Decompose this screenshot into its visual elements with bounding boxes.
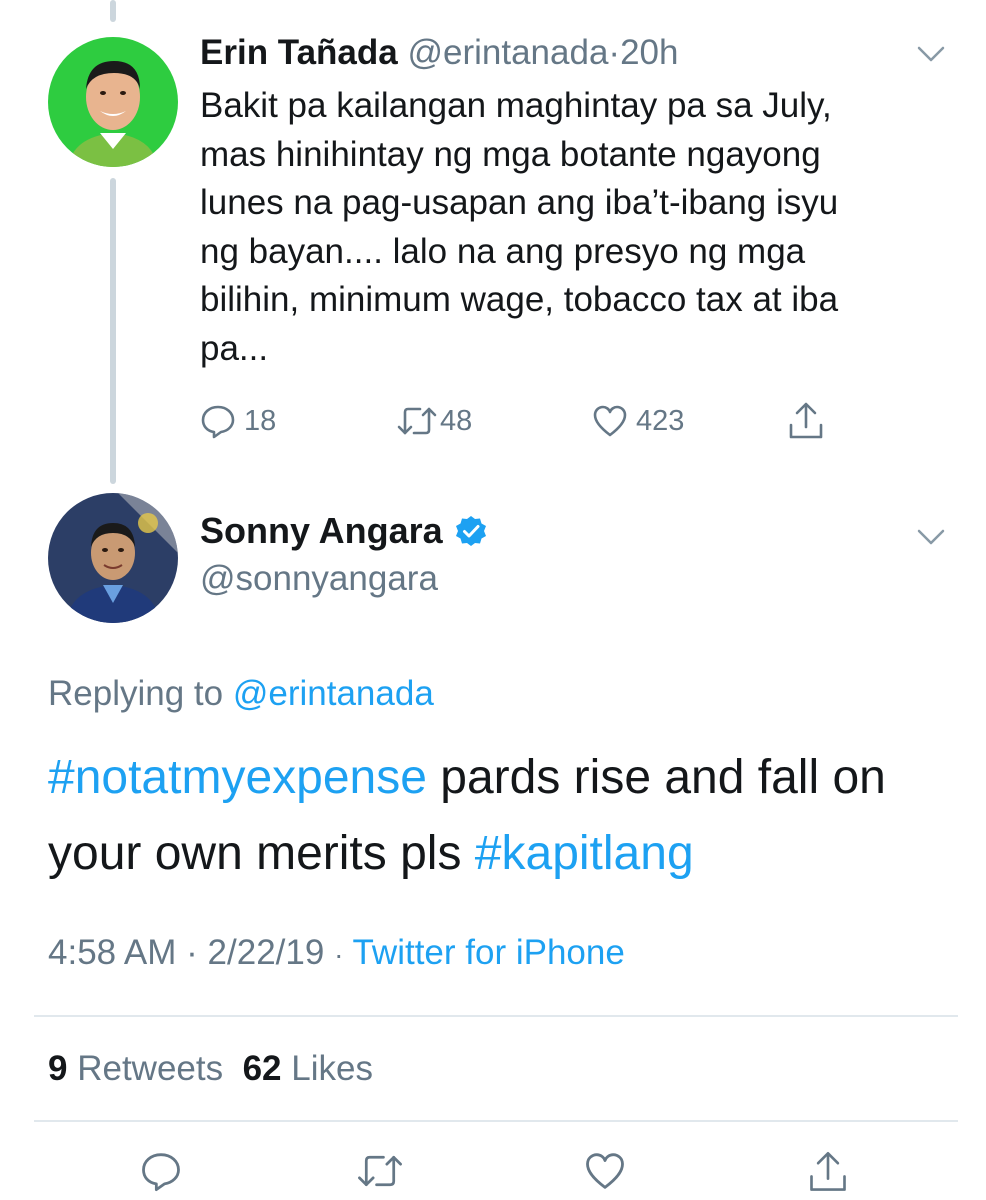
parent-tweet-time[interactable]: 20h bbox=[620, 33, 678, 72]
tweet-text-line: mas hinihintay ng mga botante ngayong bbox=[200, 134, 821, 174]
chevron-down-icon[interactable] bbox=[916, 527, 946, 547]
retweet-button[interactable]: 48 bbox=[396, 398, 472, 444]
tweet-text-line: Bakit pa kailangan maghintay pa sa July, bbox=[200, 86, 832, 125]
main-author-name-row: Sonny Angara bbox=[200, 508, 487, 554]
share-icon bbox=[788, 401, 824, 441]
sonny-angara-avatar[interactable] bbox=[48, 493, 178, 623]
tweet-timestamp-row: 4:58 AM · 2/22/19 · Twitter for iPhone bbox=[48, 930, 625, 978]
reply-icon bbox=[200, 403, 236, 439]
tweet-text-line: ng bayan.... lalo na ang presyo ng mga bbox=[200, 231, 806, 271]
thread-line-top bbox=[110, 0, 116, 22]
parent-tweet-text: Bakit pa kailangan maghintay pa sa July,… bbox=[200, 82, 940, 373]
tweet-text-line: bilihin, minimum wage, tobacco tax at ib… bbox=[200, 280, 839, 319]
retweet-count: 48 bbox=[440, 404, 473, 437]
tweet-source-link[interactable]: Twitter for iPhone bbox=[352, 933, 624, 972]
meta-separator: · bbox=[334, 939, 344, 970]
retweet-button[interactable] bbox=[356, 1150, 404, 1192]
header-separator: · bbox=[608, 33, 621, 72]
parent-author-name[interactable]: Erin Tañada bbox=[200, 33, 398, 72]
share-icon bbox=[808, 1150, 848, 1194]
reply-button[interactable]: 18 bbox=[200, 398, 276, 444]
main-author-name[interactable]: Sonny Angara bbox=[200, 508, 443, 554]
replying-to-handle-link[interactable]: @erintanada bbox=[233, 674, 434, 713]
hashtag-link[interactable]: #kapitlang bbox=[475, 827, 694, 880]
erin-tanada-avatar[interactable] bbox=[48, 37, 178, 167]
likes-stat[interactable]: 62 Likes bbox=[243, 1049, 373, 1088]
reply-count: 18 bbox=[244, 404, 277, 437]
like-button[interactable] bbox=[583, 1150, 627, 1192]
tweet-time: 4:58 AM bbox=[48, 933, 177, 972]
verified-badge-icon bbox=[443, 515, 487, 547]
engagement-stats: 9 Retweets 62 Likes bbox=[48, 1046, 373, 1092]
retweets-label: Retweets bbox=[77, 1049, 224, 1088]
chevron-down-icon[interactable] bbox=[916, 44, 946, 64]
heart-icon bbox=[592, 403, 628, 439]
retweets-count: 9 bbox=[48, 1049, 68, 1088]
parent-author-handle[interactable]: @erintanada bbox=[407, 33, 608, 72]
retweet-icon bbox=[356, 1150, 404, 1192]
share-button[interactable] bbox=[808, 1150, 848, 1194]
retweets-stat[interactable]: 9 Retweets bbox=[48, 1049, 223, 1088]
retweet-icon bbox=[396, 403, 438, 439]
divider bbox=[34, 1120, 958, 1122]
likes-count: 62 bbox=[242, 1049, 282, 1088]
parent-tweet-header: Erin Tañada @erintanada·20h bbox=[200, 30, 678, 76]
replying-to-label: Replying to bbox=[48, 674, 224, 713]
tweet-text-line: lunes na pag-usapan ang iba’t-ibang isyu bbox=[200, 183, 839, 222]
reply-icon bbox=[140, 1150, 182, 1192]
tweet-date: 2/22/19 bbox=[207, 933, 325, 972]
heart-icon bbox=[583, 1150, 627, 1192]
thread-connector-line bbox=[110, 178, 116, 484]
share-button[interactable] bbox=[788, 398, 824, 444]
meta-separator: · bbox=[186, 933, 198, 972]
like-button[interactable]: 423 bbox=[592, 398, 684, 444]
main-author-handle[interactable]: @sonnyangara bbox=[200, 556, 438, 602]
replying-to-line: Replying to @erintanada bbox=[48, 671, 434, 717]
tweet-text-line: pa... bbox=[200, 328, 269, 368]
like-count: 423 bbox=[636, 404, 685, 437]
likes-label: Likes bbox=[291, 1049, 373, 1088]
hashtag-link[interactable]: #notatmyexpense bbox=[48, 751, 427, 804]
reply-button[interactable] bbox=[140, 1150, 182, 1192]
main-tweet-text: #notatmyexpense pards rise and fall on y… bbox=[48, 740, 948, 892]
divider bbox=[34, 1015, 958, 1017]
